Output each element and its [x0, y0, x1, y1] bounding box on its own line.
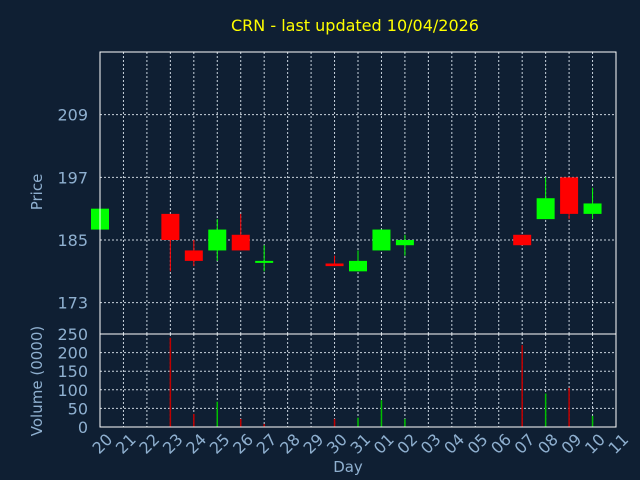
volume-tick-label: 100	[57, 381, 88, 400]
candle-body	[583, 203, 602, 214]
candle-body	[255, 260, 274, 263]
price-tick-label: 185	[57, 231, 88, 250]
x-axis: 2021222324252627282930310102030405060708…	[88, 430, 632, 458]
volume-axis-label: Volume (0000)	[28, 326, 46, 436]
volume-tick-label: 250	[57, 325, 88, 344]
volume-tick-label: 200	[57, 344, 88, 363]
price-tick-label: 209	[57, 106, 88, 125]
stock-chart: CRN - last updated 10/04/2026 173 185 197 2…	[0, 0, 640, 480]
volume-tick-label: 150	[57, 362, 88, 381]
chart-title: CRN - last updated 10/04/2026	[231, 16, 479, 35]
price-axis-label: Price	[28, 174, 46, 211]
volume-tick-label: 0	[78, 418, 88, 437]
candle-body	[208, 229, 227, 251]
volume-tick-label: 50	[68, 399, 88, 418]
candle-body	[395, 240, 414, 246]
candle-body	[560, 177, 579, 214]
candle-body	[184, 250, 203, 261]
candle-body	[349, 260, 367, 272]
price-tick-label: 173	[57, 294, 88, 313]
price-tick-label: 197	[57, 168, 88, 187]
candle-01	[372, 229, 391, 251]
candle-07	[513, 234, 532, 246]
candle-body	[231, 234, 250, 251]
candle-body	[513, 234, 532, 246]
candle-09	[560, 177, 579, 220]
candle-body	[325, 263, 344, 267]
candle-body	[372, 229, 391, 251]
candle-body	[161, 213, 180, 240]
x-axis-label: Day	[333, 458, 363, 476]
candle-body	[536, 198, 555, 220]
